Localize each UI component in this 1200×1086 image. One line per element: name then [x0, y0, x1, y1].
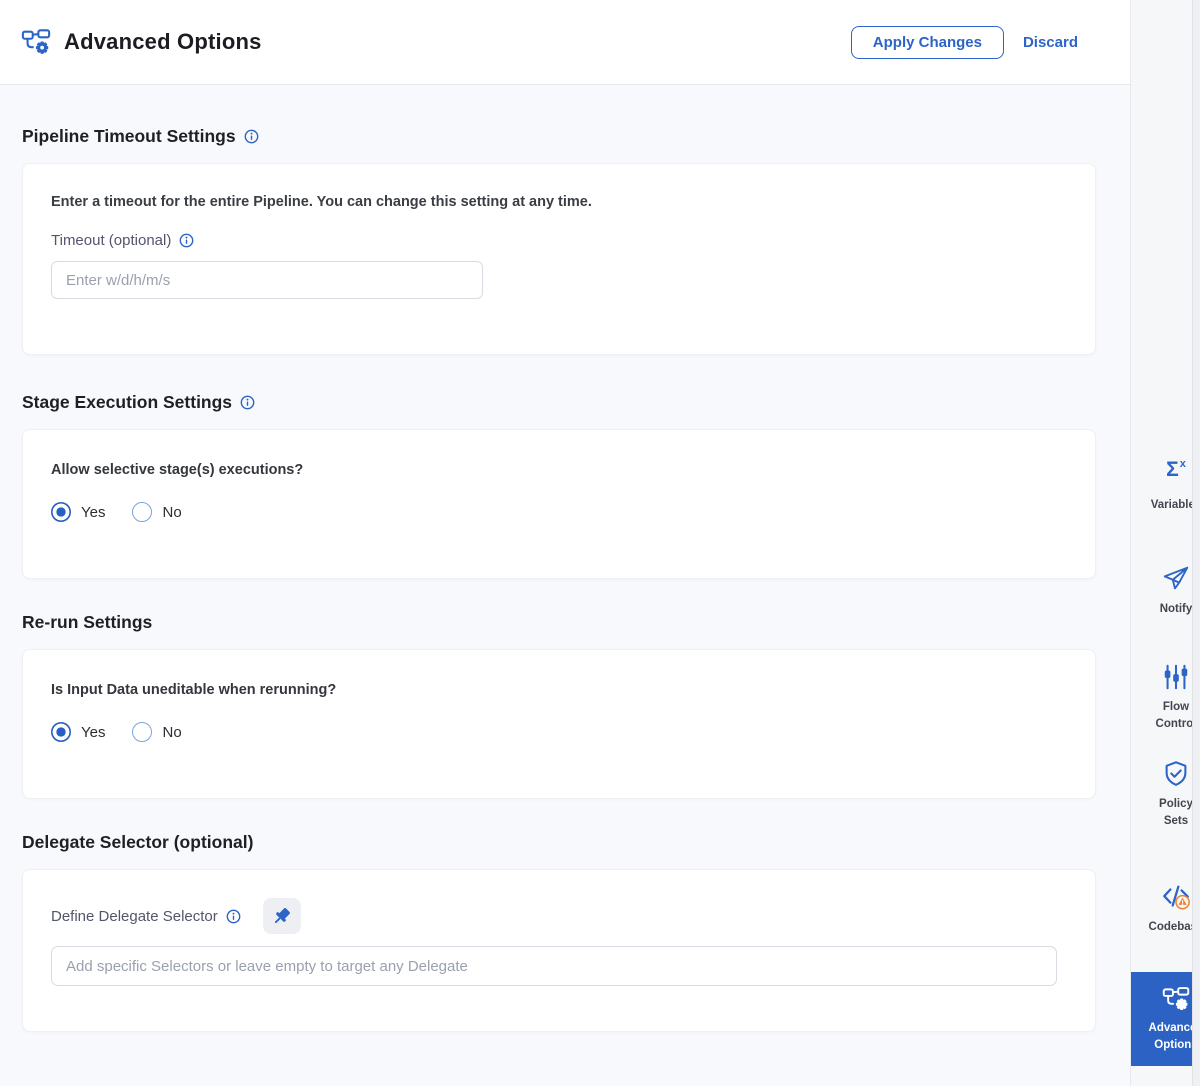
rail-item-flow-control[interactable]: Flow Control	[1131, 662, 1200, 734]
advanced-options-icon	[21, 27, 51, 57]
rail-item-policy-sets[interactable]: Policy Sets	[1131, 759, 1200, 831]
panel-content: Pipeline Timeout Settings Enter a timeou…	[0, 125, 1130, 1032]
timeout-field-label: Timeout (optional)	[51, 232, 171, 249]
delegate-field-label: Define Delegate Selector	[51, 908, 218, 925]
sliders-icon	[1161, 662, 1191, 692]
stage-execution-card: Allow selective stage(s) executions? Yes…	[22, 429, 1096, 579]
advanced-options-panel: Advanced Options Apply Changes Discard P…	[0, 0, 1130, 1086]
stage-execution-radio-group: Yes No	[51, 502, 1067, 522]
rerun-question: Is Input Data uneditable when rerunning?	[51, 682, 1067, 698]
page-title: Advanced Options	[64, 29, 851, 55]
radio-unselected-icon[interactable]	[132, 722, 152, 742]
sigma-variables-icon: Σx	[1161, 458, 1191, 490]
section-title: Delegate Selector (optional)	[22, 831, 253, 853]
radio-unselected-icon[interactable]	[132, 502, 152, 522]
section-title: Re-run Settings	[22, 611, 152, 633]
radio-option-yes[interactable]: Yes	[51, 502, 105, 522]
pushpin-icon	[271, 906, 292, 927]
discard-button[interactable]: Discard	[1023, 34, 1078, 51]
scrollbar-track[interactable]	[1192, 0, 1200, 1086]
timeout-description: Enter a timeout for the entire Pipeline.…	[51, 194, 1067, 210]
paper-plane-icon	[1161, 564, 1191, 594]
section-rerun: Re-run Settings	[22, 611, 1096, 633]
right-rail: Σx Variables Notify Flow Control Policy …	[1130, 0, 1200, 1086]
radio-selected-icon[interactable]	[51, 502, 71, 522]
info-icon[interactable]	[240, 395, 255, 410]
delegate-selector-input[interactable]	[51, 946, 1057, 986]
panel-header: Advanced Options Apply Changes Discard	[0, 0, 1130, 85]
radio-option-no[interactable]: No	[132, 502, 181, 522]
flow-gear-icon	[1162, 985, 1190, 1013]
info-icon[interactable]	[226, 909, 241, 924]
delegate-selector-card: Define Delegate Selector	[22, 869, 1096, 1032]
section-title: Stage Execution Settings	[22, 391, 232, 413]
info-icon[interactable]	[179, 233, 194, 248]
radio-option-yes[interactable]: Yes	[51, 722, 105, 742]
section-title: Pipeline Timeout Settings	[22, 125, 236, 147]
timeout-card: Enter a timeout for the entire Pipeline.…	[22, 163, 1096, 355]
apply-changes-button[interactable]: Apply Changes	[851, 26, 1004, 59]
rail-item-advanced-options[interactable]: Advanced Options	[1131, 972, 1200, 1066]
rail-item-notify[interactable]: Notify	[1131, 564, 1200, 618]
rerun-radio-group: Yes No	[51, 722, 1067, 742]
section-pipeline-timeout: Pipeline Timeout Settings	[22, 125, 1096, 147]
shield-check-icon	[1161, 759, 1191, 789]
radio-selected-icon[interactable]	[51, 722, 71, 742]
section-stage-execution: Stage Execution Settings	[22, 391, 1096, 413]
radio-option-no[interactable]: No	[132, 722, 181, 742]
rail-item-codebase[interactable]: Codebase	[1131, 882, 1200, 936]
rail-item-variables[interactable]: Σx Variables	[1131, 458, 1200, 514]
section-delegate-selector: Delegate Selector (optional)	[22, 831, 1096, 853]
timeout-input[interactable]	[51, 261, 483, 299]
pin-button[interactable]	[263, 898, 301, 934]
code-warning-icon	[1161, 882, 1191, 912]
info-icon[interactable]	[244, 129, 259, 144]
rerun-card: Is Input Data uneditable when rerunning?…	[22, 649, 1096, 799]
stage-execution-question: Allow selective stage(s) executions?	[51, 462, 1067, 478]
